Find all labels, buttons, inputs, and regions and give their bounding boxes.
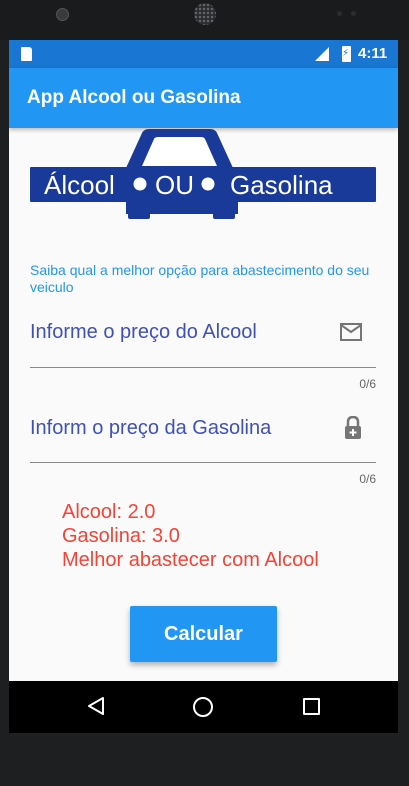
calcular-button[interactable]: Calcular: [130, 606, 277, 662]
system-nav-bar: [9, 681, 398, 733]
logo-left-word: Álcool: [44, 170, 115, 200]
alcool-field-underline: [30, 367, 376, 368]
phone-screen: LTE 4:11 App Alcool ou Gasolina Álcool O…: [9, 40, 398, 733]
battery-charging-icon: [342, 46, 351, 62]
light-sensor: [351, 11, 356, 16]
result-recommendation: Melhor abastecer com Alcool: [62, 549, 319, 571]
gasolina-price-input[interactable]: Inform o preço da Gasolina: [30, 417, 271, 440]
sd-card-icon: [21, 47, 32, 61]
mail-icon: [340, 323, 362, 341]
app-bar: App Alcool ou Gasolina: [9, 68, 398, 128]
network-type: LTE: [315, 44, 328, 51]
earpiece-speaker: [194, 3, 216, 25]
proximity-sensor: [337, 11, 342, 16]
gasolina-char-counter: 0/6: [359, 472, 376, 486]
logo-right-word: Gasolina: [230, 170, 333, 200]
subtitle-text: Saiba qual a melhor opção para abastecim…: [30, 262, 370, 295]
front-camera: [56, 8, 69, 21]
alcool-price-input[interactable]: Informe o preço do Alcool: [30, 321, 257, 344]
clock: 4:11: [358, 45, 388, 62]
app-logo: Álcool OU Gasolina: [30, 129, 376, 219]
gasolina-field-underline: [30, 462, 376, 463]
result-alcool: Alcool: 2.0: [62, 501, 156, 523]
app-title: App Alcool ou Gasolina: [27, 87, 241, 108]
gasolina-price-field[interactable]: Inform o preço da Gasolina 0/6: [30, 416, 376, 487]
headlight-left-icon: [133, 177, 147, 191]
logo-middle-word: OU: [155, 170, 194, 200]
alcool-price-field[interactable]: Informe o preço do Alcool 0/6: [30, 321, 376, 391]
headlight-right-icon: [201, 177, 215, 191]
recent-apps-icon[interactable]: [303, 698, 320, 715]
status-bar: LTE 4:11: [9, 40, 398, 68]
lock-plus-icon: [345, 416, 361, 439]
device-bezel-top: [0, 0, 409, 40]
back-icon[interactable]: [87, 697, 105, 715]
alcool-char-counter: 0/6: [359, 377, 376, 391]
result-gasolina: Gasolina: 3.0: [62, 525, 180, 547]
home-icon[interactable]: [193, 697, 213, 717]
